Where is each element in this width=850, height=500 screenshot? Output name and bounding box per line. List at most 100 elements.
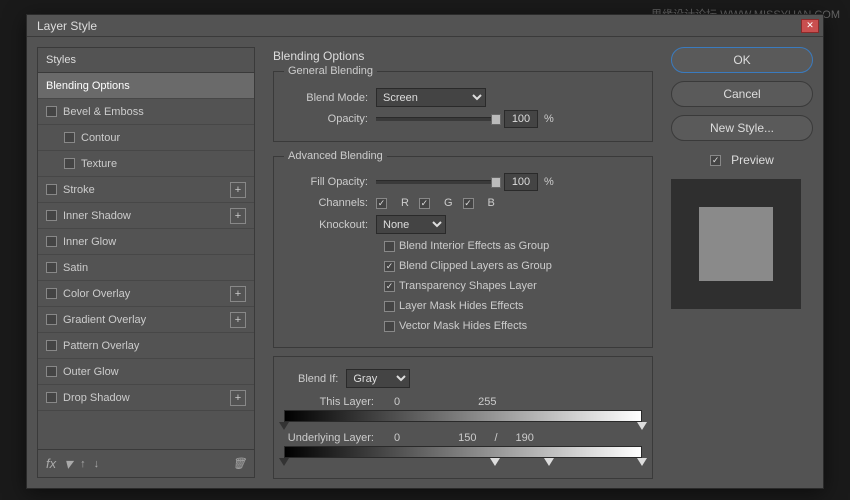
blendif-label: Blend If: bbox=[298, 373, 338, 385]
style-checkbox[interactable] bbox=[46, 236, 57, 247]
add-effect-button[interactable]: + bbox=[230, 208, 246, 224]
options-panel: Blending Options General Blending Blend … bbox=[265, 47, 661, 478]
panel-title: Blending Options bbox=[273, 49, 653, 63]
down-arrow-icon[interactable]: ↓ bbox=[94, 458, 100, 470]
style-row-stroke[interactable]: Stroke + bbox=[38, 177, 254, 203]
this-layer-track[interactable] bbox=[284, 410, 642, 422]
blend-clipped-label: Blend Clipped Layers as Group bbox=[399, 260, 552, 272]
knockout-select[interactable]: None bbox=[376, 215, 446, 234]
style-label: Satin bbox=[63, 262, 88, 274]
vector-mask-hides-label: Vector Mask Hides Effects bbox=[399, 320, 527, 332]
layer-mask-hides-checkbox[interactable] bbox=[384, 301, 395, 312]
fill-opacity-label: Fill Opacity: bbox=[284, 176, 376, 188]
style-row-gradient-overlay[interactable]: Gradient Overlay+ bbox=[38, 307, 254, 333]
style-label: Bevel & Emboss bbox=[63, 106, 144, 118]
preview-inner bbox=[699, 207, 773, 281]
blend-interior-checkbox[interactable] bbox=[384, 241, 395, 252]
style-row-pattern-overlay[interactable]: Pattern Overlay bbox=[38, 333, 254, 359]
underlying-v2: 150 bbox=[458, 432, 476, 444]
preview-checkbox[interactable] bbox=[710, 155, 721, 166]
layer-mask-hides-label: Layer Mask Hides Effects bbox=[399, 300, 524, 312]
right-panel: OK Cancel New Style... Preview bbox=[671, 47, 813, 478]
opacity-slider[interactable] bbox=[376, 117, 496, 121]
gradient-stop-split-b[interactable] bbox=[544, 458, 554, 466]
style-row-drop-shadow[interactable]: Drop Shadow + bbox=[38, 385, 254, 411]
style-row-inner-shadow[interactable]: Inner Shadow + bbox=[38, 203, 254, 229]
gradient-stop-black[interactable] bbox=[279, 458, 289, 466]
up-arrow-icon[interactable]: ↑ bbox=[80, 458, 86, 470]
style-row-blending-options[interactable]: Blending Options bbox=[38, 73, 254, 99]
style-checkbox[interactable] bbox=[46, 314, 57, 325]
style-checkbox[interactable] bbox=[46, 366, 57, 377]
style-row-satin[interactable]: Satin bbox=[38, 255, 254, 281]
fill-opacity-slider[interactable] bbox=[376, 180, 496, 184]
opacity-label: Opacity: bbox=[284, 113, 376, 125]
close-button[interactable]: ✕ bbox=[801, 19, 819, 33]
dropdown-icon[interactable]: ▾ bbox=[64, 454, 72, 474]
channel-g-checkbox[interactable] bbox=[419, 198, 430, 209]
channel-g-label: G bbox=[444, 197, 453, 209]
channel-r-checkbox[interactable] bbox=[376, 198, 387, 209]
cancel-button[interactable]: Cancel bbox=[671, 81, 813, 107]
titlebar[interactable]: Layer Style ✕ bbox=[27, 15, 823, 37]
pct-label: % bbox=[544, 113, 554, 125]
style-checkbox[interactable] bbox=[64, 158, 75, 169]
this-layer-v1: 0 bbox=[394, 396, 400, 408]
preview-label: Preview bbox=[731, 153, 774, 167]
general-blending-group: General Blending Blend Mode: Screen Opac… bbox=[273, 65, 653, 142]
general-legend: General Blending bbox=[284, 65, 377, 77]
blend-clipped-checkbox[interactable] bbox=[384, 261, 395, 272]
channel-r-label: R bbox=[401, 197, 409, 209]
style-row-inner-glow[interactable]: Inner Glow bbox=[38, 229, 254, 255]
style-checkbox[interactable] bbox=[46, 262, 57, 273]
style-row-outer-glow[interactable]: Outer Glow bbox=[38, 359, 254, 385]
blendif-group: Blend If: Gray This Layer: 0 255 Underlyi… bbox=[273, 356, 653, 479]
style-label: Stroke bbox=[63, 184, 95, 196]
slider-thumb[interactable] bbox=[491, 114, 501, 125]
vector-mask-hides-checkbox[interactable] bbox=[384, 321, 395, 332]
style-checkbox[interactable] bbox=[46, 106, 57, 117]
style-checkbox[interactable] bbox=[46, 288, 57, 299]
add-effect-button[interactable]: + bbox=[230, 286, 246, 302]
transparency-shapes-checkbox[interactable] bbox=[384, 281, 395, 292]
style-label: Inner Shadow bbox=[63, 210, 131, 222]
advanced-blending-group: Advanced Blending Fill Opacity: % Channe… bbox=[273, 150, 653, 348]
channel-b-label: B bbox=[488, 197, 495, 209]
style-checkbox[interactable] bbox=[64, 132, 75, 143]
channel-b-checkbox[interactable] bbox=[463, 198, 474, 209]
fx-icon[interactable]: fx bbox=[46, 456, 56, 471]
style-label: Drop Shadow bbox=[63, 392, 130, 404]
opacity-input[interactable] bbox=[504, 110, 538, 128]
add-effect-button[interactable]: + bbox=[230, 312, 246, 328]
ok-button[interactable]: OK bbox=[671, 47, 813, 73]
slider-thumb[interactable] bbox=[491, 177, 501, 188]
style-row-color-overlay[interactable]: Color Overlay+ bbox=[38, 281, 254, 307]
transparency-shapes-label: Transparency Shapes Layer bbox=[399, 280, 537, 292]
knockout-label: Knockout: bbox=[284, 219, 376, 231]
blend-mode-select[interactable]: Screen bbox=[376, 88, 486, 107]
style-row-bevel-emboss[interactable]: Bevel & Emboss bbox=[38, 99, 254, 125]
gradient-stop-split-a[interactable] bbox=[490, 458, 500, 466]
style-row-texture[interactable]: Texture bbox=[38, 151, 254, 177]
style-checkbox[interactable] bbox=[46, 210, 57, 221]
style-row-contour[interactable]: Contour bbox=[38, 125, 254, 151]
gradient-stop-white[interactable] bbox=[637, 458, 647, 466]
add-effect-button[interactable]: + bbox=[230, 390, 246, 406]
this-layer-label: This Layer: bbox=[284, 396, 384, 408]
dialog-title: Layer Style bbox=[31, 19, 801, 33]
trash-icon[interactable]: 🗑 bbox=[232, 457, 246, 470]
style-checkbox[interactable] bbox=[46, 184, 57, 195]
gradient-stop-white[interactable] bbox=[637, 422, 647, 430]
add-effect-button[interactable]: + bbox=[230, 182, 246, 198]
new-style-button[interactable]: New Style... bbox=[671, 115, 813, 141]
style-checkbox[interactable] bbox=[46, 392, 57, 403]
this-layer-v2: 255 bbox=[478, 396, 496, 408]
underlying-track[interactable] bbox=[284, 446, 642, 458]
underlying-layer-label: Underlying Layer: bbox=[284, 432, 384, 444]
underlying-v1: 0 bbox=[394, 432, 400, 444]
blendif-select[interactable]: Gray bbox=[346, 369, 410, 388]
style-checkbox[interactable] bbox=[46, 340, 57, 351]
fill-opacity-input[interactable] bbox=[504, 173, 538, 191]
blend-interior-label: Blend Interior Effects as Group bbox=[399, 240, 549, 252]
gradient-stop-black[interactable] bbox=[279, 422, 289, 430]
